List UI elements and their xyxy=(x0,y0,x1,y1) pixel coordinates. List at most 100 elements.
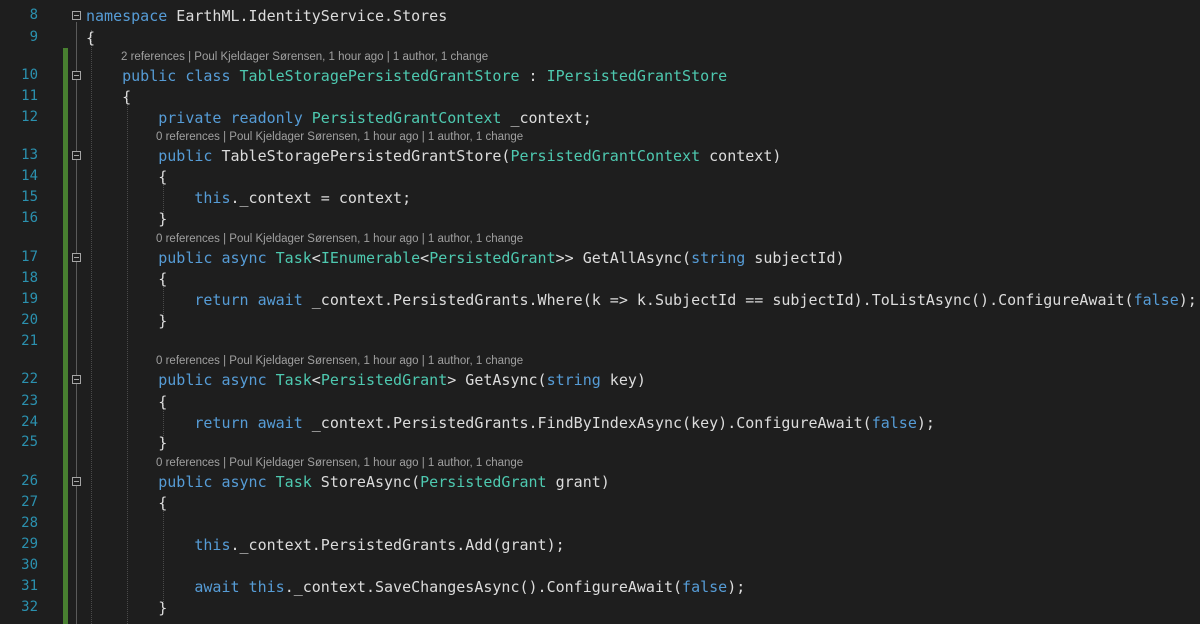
code-line: 26 public async Task StoreAsync(Persiste… xyxy=(0,472,1200,492)
text-token: < xyxy=(420,249,430,267)
code-text[interactable]: { xyxy=(86,269,167,289)
collapse-icon[interactable] xyxy=(72,375,81,384)
line-number: 17 xyxy=(21,249,38,265)
code-text[interactable]: } xyxy=(86,433,167,453)
text-token: _context.PersistedGrants.FindByIndexAsyn… xyxy=(302,414,872,432)
collapse-icon[interactable] xyxy=(72,477,81,486)
text-token: { xyxy=(86,88,132,106)
code-line: 17 public async Task<IEnumerable<Persist… xyxy=(0,248,1200,268)
codelens-ctor[interactable]: 0 references | Poul Kjeldager Sørensen, … xyxy=(156,130,523,144)
keyword-token: class xyxy=(185,67,231,85)
keyword-token: this xyxy=(194,536,231,554)
line-number: 15 xyxy=(21,189,38,205)
code-line: 10 public class TableStoragePersistedGra… xyxy=(0,66,1200,86)
code-editor[interactable]: 2 references | Poul Kjeldager Sørensen, … xyxy=(0,0,1200,624)
line-number: 12 xyxy=(21,109,38,125)
code-text[interactable]: return await _context.PersistedGrants.Wh… xyxy=(86,290,1196,310)
code-text[interactable]: } xyxy=(86,311,167,331)
code-text[interactable]: public async Task<PersistedGrant> GetAsy… xyxy=(86,370,646,390)
collapse-icon[interactable] xyxy=(72,151,81,160)
code-line: 27 { xyxy=(0,493,1200,513)
code-text[interactable]: public async Task StoreAsync(PersistedGr… xyxy=(86,472,610,492)
collapse-icon[interactable] xyxy=(72,71,81,80)
line-number: 13 xyxy=(21,147,38,163)
code-text[interactable]: { xyxy=(86,87,131,107)
line-number: 19 xyxy=(21,291,38,307)
keyword-token: await xyxy=(257,291,303,309)
text-token: > GetAsync( xyxy=(447,371,547,389)
keyword-token: namespace xyxy=(86,7,168,25)
codelens-store[interactable]: 0 references | Poul Kjeldager Sørensen, … xyxy=(156,456,523,470)
text-token: } xyxy=(86,312,168,330)
code-text[interactable]: { xyxy=(86,28,95,48)
text-token: _context; xyxy=(501,109,592,127)
code-text[interactable]: } xyxy=(86,209,167,229)
text-token: { xyxy=(86,494,168,512)
line-number: 25 xyxy=(21,434,38,450)
code-line: 19 return await _context.PersistedGrants… xyxy=(0,290,1200,310)
code-line: 21 xyxy=(0,332,1200,352)
keyword-token: false xyxy=(871,414,917,432)
line-number: 20 xyxy=(21,312,38,328)
code-text[interactable]: public class TableStoragePersistedGrantS… xyxy=(86,66,727,86)
code-text[interactable]: return await _context.PersistedGrants.Fi… xyxy=(86,413,935,433)
text-token: context) xyxy=(700,147,782,165)
keyword-token: string xyxy=(546,371,601,389)
code-line: 15 this._context = context; xyxy=(0,188,1200,208)
type-token: Task xyxy=(275,371,312,389)
code-text[interactable]: public TableStoragePersistedGrantStore(P… xyxy=(86,146,781,166)
code-line: 13 public TableStoragePersistedGrantStor… xyxy=(0,146,1200,166)
line-number: 27 xyxy=(21,494,38,510)
collapse-icon[interactable] xyxy=(72,11,81,20)
text-token: ); xyxy=(727,578,746,596)
text-token: ); xyxy=(916,414,935,432)
type-token: Task xyxy=(275,249,312,267)
keyword-token: string xyxy=(691,249,746,267)
code-text[interactable]: { xyxy=(86,392,167,412)
keyword-token: return xyxy=(194,414,249,432)
type-token: IEnumerable xyxy=(320,249,421,267)
text-token: grant) xyxy=(546,473,610,491)
code-text[interactable]: this._context = context; xyxy=(86,188,411,208)
keyword-token: public xyxy=(158,147,213,165)
code-line: 24 return await _context.PersistedGrants… xyxy=(0,413,1200,433)
code-text[interactable]: { xyxy=(86,493,167,513)
line-number: 32 xyxy=(21,599,38,615)
keyword-token: false xyxy=(1133,291,1179,309)
code-text[interactable]: private readonly PersistedGrantContext _… xyxy=(86,108,592,128)
line-number: 11 xyxy=(21,88,38,104)
code-line: 16 } xyxy=(0,209,1200,229)
code-text[interactable]: await this._context.SaveChangesAsync().C… xyxy=(86,577,745,597)
code-text[interactable]: public async Task<IEnumerable<PersistedG… xyxy=(86,248,844,268)
code-line: 22 public async Task<PersistedGrant> Get… xyxy=(0,370,1200,390)
code-line: 8 namespace EarthML.IdentityService.Store… xyxy=(0,6,1200,26)
type-token: PersistedGrant xyxy=(320,371,448,389)
text-token: >> GetAllAsync( xyxy=(555,249,692,267)
code-text[interactable]: namespace EarthML.IdentityService.Stores xyxy=(86,6,447,26)
codelens-get-all[interactable]: 0 references | Poul Kjeldager Sørensen, … xyxy=(156,232,523,246)
code-line: 28 xyxy=(0,514,1200,534)
line-number: 14 xyxy=(21,168,38,184)
keyword-token: public xyxy=(158,473,213,491)
code-text[interactable]: { xyxy=(86,167,167,187)
keyword-token: async xyxy=(221,371,267,389)
codelens-class[interactable]: 2 references | Poul Kjeldager Sørensen, … xyxy=(121,50,488,64)
code-line: 29 this._context.PersistedGrants.Add(gra… xyxy=(0,535,1200,555)
code-text[interactable]: this._context.PersistedGrants.Add(grant)… xyxy=(86,535,564,555)
collapse-icon[interactable] xyxy=(72,253,81,262)
codelens-get[interactable]: 0 references | Poul Kjeldager Sørensen, … xyxy=(156,354,523,368)
line-number: 8 xyxy=(29,7,38,23)
code-text[interactable]: } xyxy=(86,598,167,618)
keyword-token: await xyxy=(257,414,303,432)
